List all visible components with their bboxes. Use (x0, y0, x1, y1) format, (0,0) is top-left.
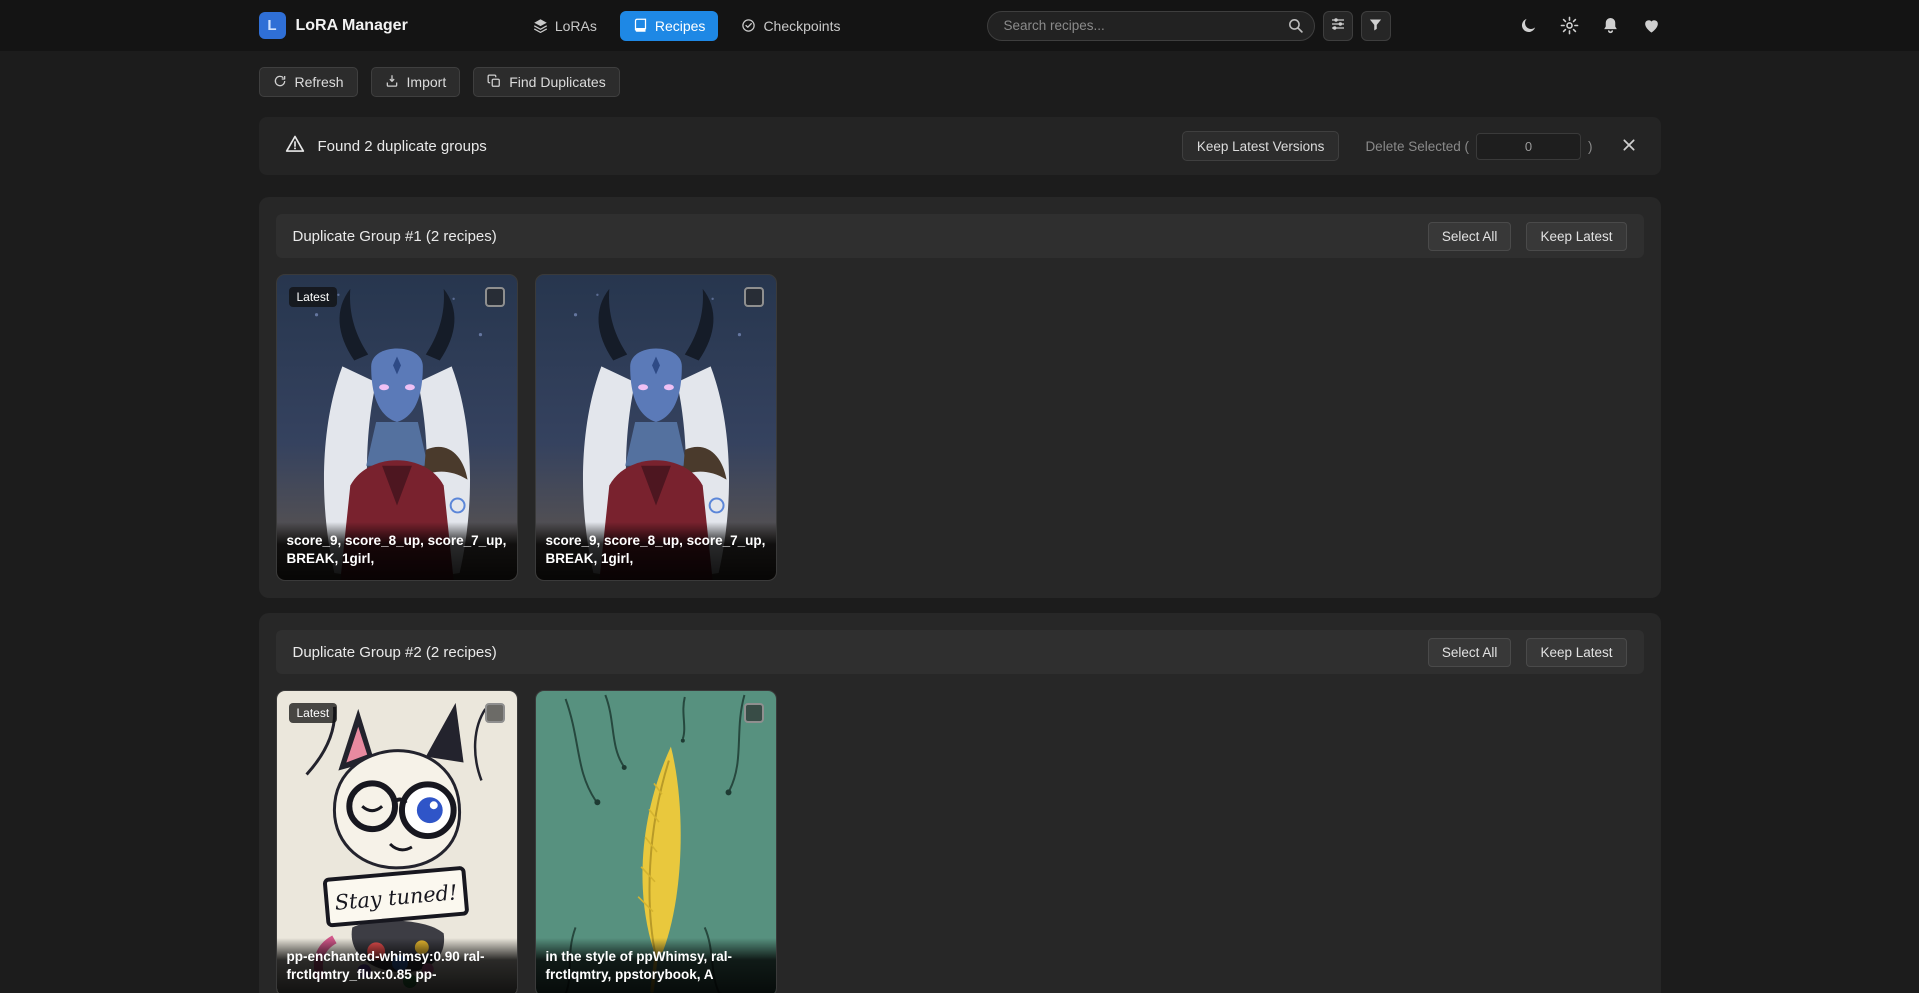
navbar-icon-group (1519, 16, 1661, 35)
import-button-label: Import (407, 74, 447, 90)
group-1-title: Duplicate Group #1 (2 recipes) (293, 228, 497, 245)
card-checkbox[interactable] (744, 287, 764, 307)
card-caption: pp-enchanted-whimsy:0.90 ral-frctlqmtry_… (277, 938, 517, 993)
tab-recipes[interactable]: Recipes (620, 11, 719, 41)
navbar-right (987, 11, 1661, 41)
refresh-button-label: Refresh (295, 74, 344, 90)
group-2-cards: Stay tuned! Latest pp-enchanted-whimsy:0… (276, 690, 1644, 993)
page-content: Refresh Import Find Duplicates Found 2 d… (259, 67, 1661, 993)
recipe-card[interactable]: Stay tuned! Latest pp-enchanted-whimsy:0… (276, 690, 518, 993)
group-1-keep-latest-button[interactable]: Keep Latest (1526, 222, 1626, 251)
funnel-icon (1368, 17, 1383, 35)
duplicate-group-1: Duplicate Group #1 (2 recipes) Select Al… (259, 197, 1661, 598)
sliders-icon (1330, 16, 1346, 35)
card-caption: in the style of ppWhimsy, ral-frctlqmtry… (536, 938, 776, 993)
search-bar (987, 11, 1315, 41)
latest-badge: Latest (289, 287, 338, 307)
layers-icon (533, 18, 548, 33)
duplicate-group-2: Duplicate Group #2 (2 recipes) Select Al… (259, 613, 1661, 993)
group-1-select-all-button[interactable]: Select All (1428, 222, 1512, 251)
check-circle-icon (741, 18, 756, 33)
tab-loras[interactable]: LoRAs (520, 11, 610, 41)
group-2-keep-latest-button[interactable]: Keep Latest (1526, 638, 1626, 667)
book-icon (633, 18, 648, 33)
card-checkbox[interactable] (744, 703, 764, 723)
settings-gear-icon[interactable] (1560, 16, 1579, 35)
tab-recipes-label: Recipes (655, 18, 706, 34)
import-icon (385, 74, 399, 91)
banner-close-button[interactable] (1621, 137, 1637, 156)
tab-checkpoints-label: Checkpoints (763, 18, 840, 34)
app-title: LoRA Manager (296, 17, 408, 35)
group-1-header: Duplicate Group #1 (2 recipes) Select Al… (276, 214, 1644, 258)
delete-selected-prefix: Delete Selected ( (1365, 139, 1469, 154)
app-logo-icon: L (259, 12, 286, 39)
copy-icon (487, 74, 501, 91)
duplicates-banner: Found 2 duplicate groups Keep Latest Ver… (259, 117, 1661, 175)
card-checkbox[interactable] (485, 287, 505, 307)
banner-actions: Keep Latest Versions Delete Selected ( ) (1182, 131, 1637, 161)
brand[interactable]: L LoRA Manager (259, 12, 408, 39)
app-logo-letter: L (267, 17, 276, 34)
support-heart-icon[interactable] (1642, 16, 1661, 35)
card-caption: score_9, score_8_up, score_7_up, BREAK, … (536, 522, 776, 580)
top-navbar: L LoRA Manager LoRAs Recipes C (0, 0, 1919, 51)
recipe-card[interactable]: Latest score_9, score_8_up, score_7_up, … (276, 274, 518, 581)
group-2-title: Duplicate Group #2 (2 recipes) (293, 644, 497, 661)
find-duplicates-button[interactable]: Find Duplicates (473, 67, 620, 97)
group-1-cards: Latest score_9, score_8_up, score_7_up, … (276, 274, 1644, 581)
warning-triangle-icon (285, 134, 305, 158)
refresh-button[interactable]: Refresh (259, 67, 358, 97)
main-nav: LoRAs Recipes Checkpoints (520, 11, 854, 41)
navbar-inner: L LoRA Manager LoRAs Recipes C (259, 0, 1661, 51)
import-button[interactable]: Import (371, 67, 461, 97)
selected-count-input[interactable] (1476, 133, 1581, 160)
tab-loras-label: LoRAs (555, 18, 597, 34)
recipe-card[interactable]: in the style of ppWhimsy, ral-frctlqmtry… (535, 690, 777, 993)
group-2-header: Duplicate Group #2 (2 recipes) Select Al… (276, 630, 1644, 674)
banner-message-group: Found 2 duplicate groups (285, 134, 487, 158)
sort-options-button[interactable] (1323, 11, 1353, 41)
keep-latest-versions-button[interactable]: Keep Latest Versions (1182, 131, 1340, 161)
group-1-actions: Select All Keep Latest (1428, 222, 1627, 251)
group-2-select-all-button[interactable]: Select All (1428, 638, 1512, 667)
actions-toolbar: Refresh Import Find Duplicates (259, 67, 1661, 97)
notifications-bell-icon[interactable] (1601, 16, 1620, 35)
delete-selected-control: Delete Selected ( ) (1365, 133, 1592, 160)
close-x-icon (1621, 137, 1637, 156)
banner-message: Found 2 duplicate groups (318, 138, 487, 155)
card-checkbox[interactable] (485, 703, 505, 723)
latest-badge: Latest (289, 703, 338, 723)
search-icon[interactable] (1287, 17, 1304, 39)
delete-selected-suffix: ) (1588, 139, 1593, 154)
theme-toggle-moon-icon[interactable] (1519, 16, 1538, 35)
refresh-icon (273, 74, 287, 91)
group-2-actions: Select All Keep Latest (1428, 638, 1627, 667)
filter-button[interactable] (1361, 11, 1391, 41)
search-input[interactable] (987, 11, 1315, 41)
card-caption: score_9, score_8_up, score_7_up, BREAK, … (277, 522, 517, 580)
find-duplicates-button-label: Find Duplicates (509, 74, 606, 90)
recipe-card[interactable]: score_9, score_8_up, score_7_up, BREAK, … (535, 274, 777, 581)
tab-checkpoints[interactable]: Checkpoints (728, 11, 853, 41)
